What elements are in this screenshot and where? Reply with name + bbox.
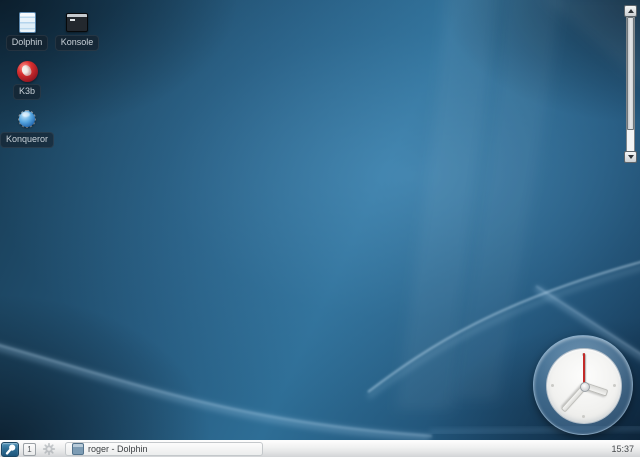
panel-settings-button[interactable] [41, 442, 56, 457]
kde-desktop-screen: Dolphin Konsole K3b Konqueror 1 roger - … [0, 0, 640, 457]
clock-face [546, 348, 622, 424]
digital-clock[interactable]: 15:37 [611, 444, 634, 454]
task-button-dolphin[interactable]: roger - Dolphin [65, 442, 263, 456]
taskbar: 1 roger - Dolphin 15:37 [0, 440, 640, 457]
scroll-up-button[interactable] [624, 5, 637, 17]
desktop-icon-k3b[interactable]: K3b [1, 60, 53, 100]
magnifier-icon [5, 444, 15, 455]
clock-tick [613, 384, 616, 387]
analog-clock-widget[interactable] [533, 335, 633, 435]
desktop-icon-label: Konsole [54, 35, 100, 51]
desktop-scrollbar [624, 5, 637, 163]
app-launcher-button[interactable] [1, 441, 19, 457]
clock-center-cap [580, 382, 590, 392]
konqueror-icon [15, 108, 39, 130]
task-button-label: roger - Dolphin [88, 444, 148, 454]
scrollbar-thumb[interactable] [627, 17, 634, 130]
window-icon [72, 443, 84, 455]
desktop-icon-konqueror[interactable]: Konqueror [0, 108, 55, 148]
clock-tick [551, 384, 554, 387]
down-arrow-icon [627, 155, 634, 159]
up-arrow-icon [627, 9, 634, 13]
desktop-icon-label: Konqueror [0, 132, 55, 148]
konsole-icon [65, 11, 89, 33]
gear-icon [42, 442, 55, 456]
virtual-desktop-pager[interactable]: 1 [23, 442, 36, 456]
desktop-wallpaper[interactable]: Dolphin Konsole K3b Konqueror [0, 0, 640, 440]
desktop-icon-label: K3b [12, 84, 41, 100]
scrollbar-track[interactable] [626, 17, 635, 151]
dolphin-icon [15, 11, 39, 33]
clock-tick [582, 415, 585, 418]
desktop-icon-dolphin[interactable]: Dolphin [1, 11, 53, 51]
scroll-down-button[interactable] [624, 151, 637, 163]
desktop-icon-konsole[interactable]: Konsole [51, 11, 103, 51]
k3b-icon [15, 60, 39, 82]
desktop-icon-label: Dolphin [5, 35, 49, 51]
